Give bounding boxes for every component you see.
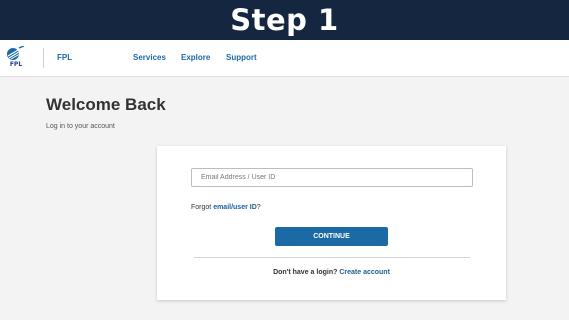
nav-link-support[interactable]: Support xyxy=(226,53,257,62)
fpl-logo[interactable]: FPL xyxy=(4,45,26,72)
forgot-text: Forgot email/user ID? xyxy=(191,204,261,211)
top-navbar: FPL FPL Services Explore Support xyxy=(0,40,569,77)
nav-link-explore[interactable]: Explore xyxy=(181,53,210,62)
brand-name[interactable]: FPL xyxy=(57,53,72,62)
logo-text: FPL xyxy=(9,61,23,68)
sunburst-logo-icon xyxy=(7,45,25,60)
signup-text: Don't have a login? Create account xyxy=(157,269,506,276)
page-title: Welcome Back xyxy=(46,95,166,114)
create-account-link[interactable]: Create account xyxy=(339,269,390,276)
nav-link-services[interactable]: Services xyxy=(133,53,166,62)
forgot-prefix: Forgot xyxy=(191,204,214,211)
login-card: Forgot email/user ID? CONTINUE Don't hav… xyxy=(157,146,506,300)
forgot-email-link[interactable]: email/user ID xyxy=(213,204,257,211)
signup-prefix: Don't have a login? xyxy=(273,269,340,276)
nav-divider xyxy=(43,48,44,68)
forgot-suffix: ? xyxy=(256,204,261,211)
continue-button[interactable]: CONTINUE xyxy=(275,227,388,246)
page-subtitle: Log in to your account xyxy=(46,123,115,130)
email-field[interactable] xyxy=(191,168,473,187)
card-divider xyxy=(194,257,470,258)
step-title: Step 1 xyxy=(230,3,339,37)
step-banner: Step 1 xyxy=(0,0,569,40)
